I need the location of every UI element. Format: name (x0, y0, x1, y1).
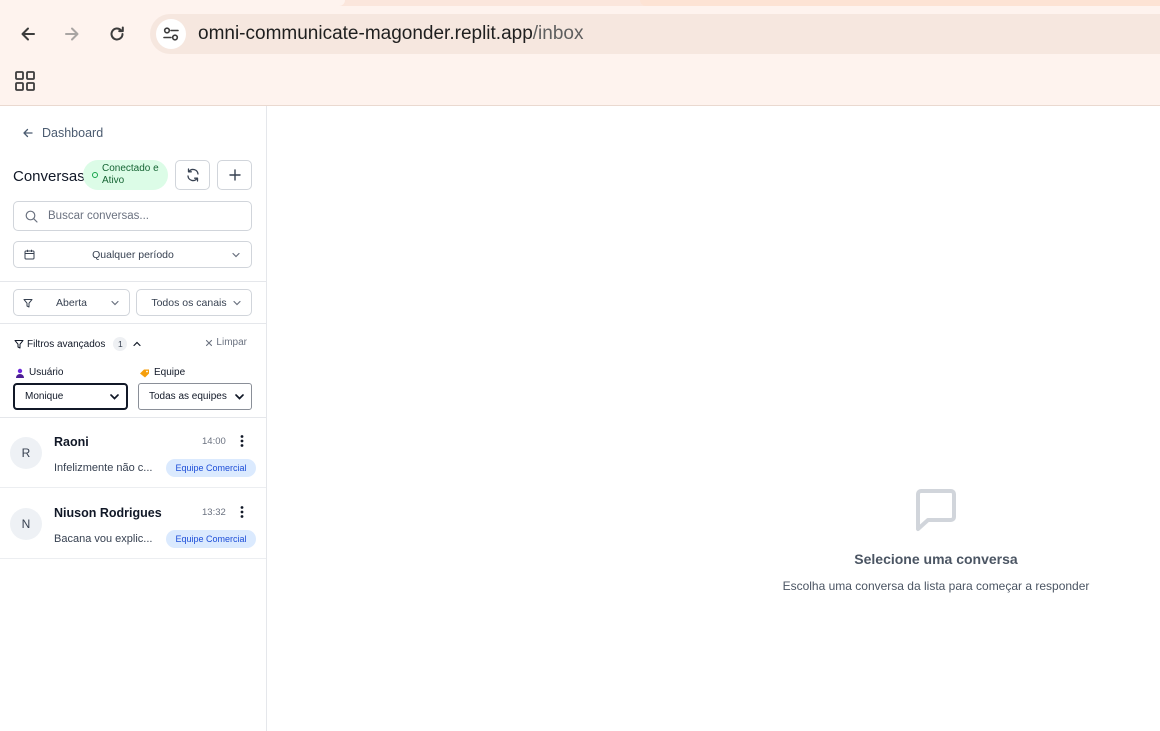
tab-strip (0, 0, 1160, 6)
team-badge: Equipe Comercial (166, 530, 256, 548)
empty-state-subtitle: Escolha uma conversa da lista para começ… (782, 579, 1090, 593)
conversation-item[interactable]: R Raoni 14:00 Infelizmente não c... Equi… (0, 418, 266, 488)
refresh-icon (186, 168, 199, 182)
filter-icon (14, 340, 24, 349)
chevron-down-icon (233, 300, 241, 305)
avatar: R (10, 437, 42, 469)
empty-state: Selecione uma conversa Escolha uma conve… (771, 486, 1101, 593)
advanced-filters-label: Filtros avançados (27, 338, 106, 350)
search-input[interactable]: Buscar conversas... (13, 201, 252, 231)
contact-name: Raoni (54, 435, 89, 449)
chevron-down-icon (111, 300, 119, 305)
advanced-filters-toggle[interactable]: Filtros avançados 1 Limpar (14, 336, 254, 352)
user-select-value: Monique (25, 391, 64, 402)
search-placeholder: Buscar conversas... (48, 210, 149, 222)
close-icon (206, 339, 213, 346)
address-bar[interactable]: omni-communicate-magonder.replit.app/inb… (150, 14, 1160, 54)
status-filter-select[interactable]: Aberta (13, 289, 130, 316)
team-select-value: Todas as equipes (149, 391, 227, 402)
back-arrow-icon[interactable] (14, 20, 42, 48)
divider (0, 281, 266, 282)
status-dot-icon (92, 172, 98, 178)
empty-state-title: Selecione uma conversa (854, 551, 1018, 567)
url-text[interactable]: omni-communicate-magonder.replit.app/inb… (198, 23, 583, 45)
filter-icon (23, 298, 33, 307)
clear-filters-button[interactable]: Limpar (205, 337, 247, 348)
message-time: 14:00 (202, 436, 226, 447)
conversations-sidebar: Dashboard Conversas Conectado e Ativo Bus… (0, 106, 267, 731)
channel-filter-label: Todos os canais (151, 296, 227, 309)
message-time: 13:32 (202, 507, 226, 518)
team-select[interactable]: Todas as equipes (138, 383, 252, 410)
status-text: Conectado e Ativo (102, 163, 159, 187)
status-line-2: Ativo (102, 175, 125, 186)
inactive-tab-edge[interactable] (640, 0, 1160, 6)
team-badge: Equipe Comercial (166, 459, 256, 477)
search-icon (25, 210, 38, 223)
url-path: /inbox (532, 23, 584, 44)
filter-count-badge: 1 (113, 337, 128, 351)
message-square-icon (912, 486, 960, 534)
status-filter-label: Aberta (56, 296, 87, 309)
chevron-down-icon (232, 252, 240, 257)
forward-arrow-icon[interactable] (58, 20, 86, 48)
user-icon (16, 368, 24, 378)
connection-status-badge: Conectado e Ativo (83, 160, 168, 190)
active-tab-edge[interactable] (0, 0, 345, 6)
site-info-icon[interactable] (156, 19, 186, 49)
apps-grid-icon[interactable] (14, 70, 36, 92)
calendar-icon (24, 249, 35, 260)
period-label: Qualquer período (92, 248, 174, 261)
reload-icon[interactable] (103, 20, 131, 48)
back-to-dashboard-link[interactable]: Dashboard (22, 126, 103, 140)
message-preview: Infelizmente não c... (54, 462, 153, 474)
arrow-left-icon (23, 128, 33, 138)
status-line-1: Conectado e (102, 163, 159, 174)
avatar: N (10, 508, 42, 540)
user-label-text: Usuário (29, 367, 64, 378)
more-options-icon[interactable] (238, 505, 246, 519)
team-tag-icon (140, 369, 149, 377)
contact-name: Niuson Rodrigues (54, 506, 162, 520)
page-title: Conversas (13, 168, 85, 185)
new-conversation-button[interactable] (217, 160, 252, 190)
back-link-label: Dashboard (42, 126, 104, 140)
more-options-icon[interactable] (238, 434, 246, 448)
clear-filters-label: Limpar (216, 337, 247, 348)
chevron-down-icon (110, 394, 119, 400)
user-select[interactable]: Monique (13, 383, 128, 410)
divider (0, 323, 266, 324)
conversation-item[interactable]: N Niuson Rodrigues 13:32 Bacana vou expl… (0, 489, 266, 559)
message-preview: Bacana vou explic... (54, 533, 153, 545)
refresh-button[interactable] (175, 160, 210, 190)
team-label-text: Equipe (154, 367, 186, 378)
period-select[interactable]: Qualquer período (13, 241, 252, 268)
chevron-down-icon (235, 394, 244, 400)
chevron-up-icon (133, 341, 141, 347)
sidebar-header: Conversas Conectado e Ativo (13, 160, 253, 192)
conversation-panel: Selecione uma conversa Escolha uma conve… (267, 106, 1160, 731)
plus-icon (228, 169, 241, 181)
url-host: omni-communicate-magonder.replit.app (198, 23, 533, 44)
browser-toolbar: omni-communicate-magonder.replit.app/inb… (0, 0, 1160, 106)
team-field-label: Equipe (139, 367, 185, 378)
user-field-label: Usuário (15, 367, 63, 378)
channel-filter-select[interactable]: Todos os canais (136, 289, 252, 316)
